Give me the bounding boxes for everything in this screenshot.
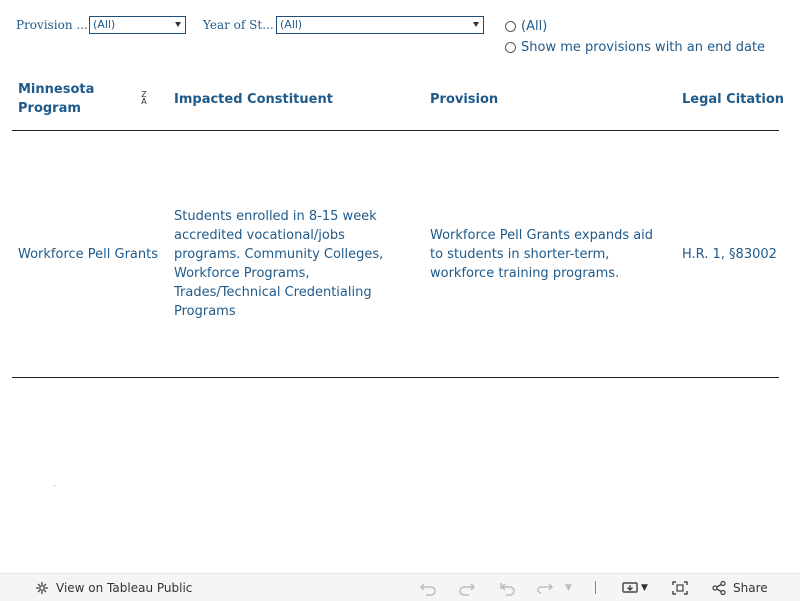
download-chevron-icon: ▼ xyxy=(641,582,648,593)
provision-filter-dropdown[interactable]: (All) xyxy=(89,16,186,34)
year-filter-dropdown[interactable]: (All) xyxy=(276,16,484,34)
stray-dot xyxy=(54,485,55,486)
view-on-tableau-link[interactable]: View on Tableau Public xyxy=(34,574,192,601)
cell-constituent: Students enrolled in 8-15 week accredite… xyxy=(174,209,384,319)
undo-icon[interactable] xyxy=(418,574,438,601)
cell-citation: H.R. 1, §83002 xyxy=(682,247,777,262)
year-filter-label: Year of St... xyxy=(203,18,274,32)
tableau-logo-icon xyxy=(36,581,48,594)
header-minnesota-program[interactable]: Minnesota Program xyxy=(18,80,128,118)
view-on-tableau-label: View on Tableau Public xyxy=(56,580,193,595)
chevron-down-icon xyxy=(473,22,479,27)
download-button[interactable]: ▼ xyxy=(621,574,648,601)
header-divider xyxy=(12,130,779,131)
radio-label-all: (All) xyxy=(521,19,548,34)
radio-clip: Show me provisions with an end date xyxy=(500,40,800,54)
radio-option-all[interactable]: (All) xyxy=(505,19,547,34)
refresh-menu-chevron-icon[interactable]: ▼ xyxy=(565,574,572,601)
header-provision[interactable]: Provision xyxy=(430,90,498,109)
toolbar-separator xyxy=(595,581,596,594)
fullscreen-icon[interactable] xyxy=(671,574,689,601)
provision-filter-value: (All) xyxy=(93,18,116,31)
year-filter-value: (All) xyxy=(280,18,303,31)
sort-desc-icon[interactable]: ZA xyxy=(140,91,148,106)
radio-option-end-date[interactable]: Show me provisions with an end date xyxy=(505,40,765,54)
row-divider xyxy=(12,377,779,378)
header-legal-citation[interactable]: Legal Citation xyxy=(682,90,784,109)
radio-icon xyxy=(505,42,516,53)
share-label: Share xyxy=(733,580,768,595)
download-icon xyxy=(622,581,638,593)
cell-program: Workforce Pell Grants xyxy=(18,247,159,262)
tableau-toolbar: View on Tableau Public ▼ ▼ Share xyxy=(0,573,800,601)
chevron-down-icon xyxy=(175,22,181,27)
redo-icon[interactable] xyxy=(457,574,477,601)
revert-icon[interactable] xyxy=(497,574,517,601)
cell-provision: Workforce Pell Grants expands aid to stu… xyxy=(430,228,654,281)
radio-icon xyxy=(505,21,516,32)
refresh-icon[interactable] xyxy=(535,574,555,601)
share-button[interactable]: Share xyxy=(711,574,768,601)
share-icon xyxy=(712,580,726,595)
radio-label-end-date: Show me provisions with an end date xyxy=(521,40,766,54)
provision-filter-label: Provision ... xyxy=(16,18,88,32)
header-impacted-constituent[interactable]: Impacted Constituent xyxy=(174,90,333,109)
